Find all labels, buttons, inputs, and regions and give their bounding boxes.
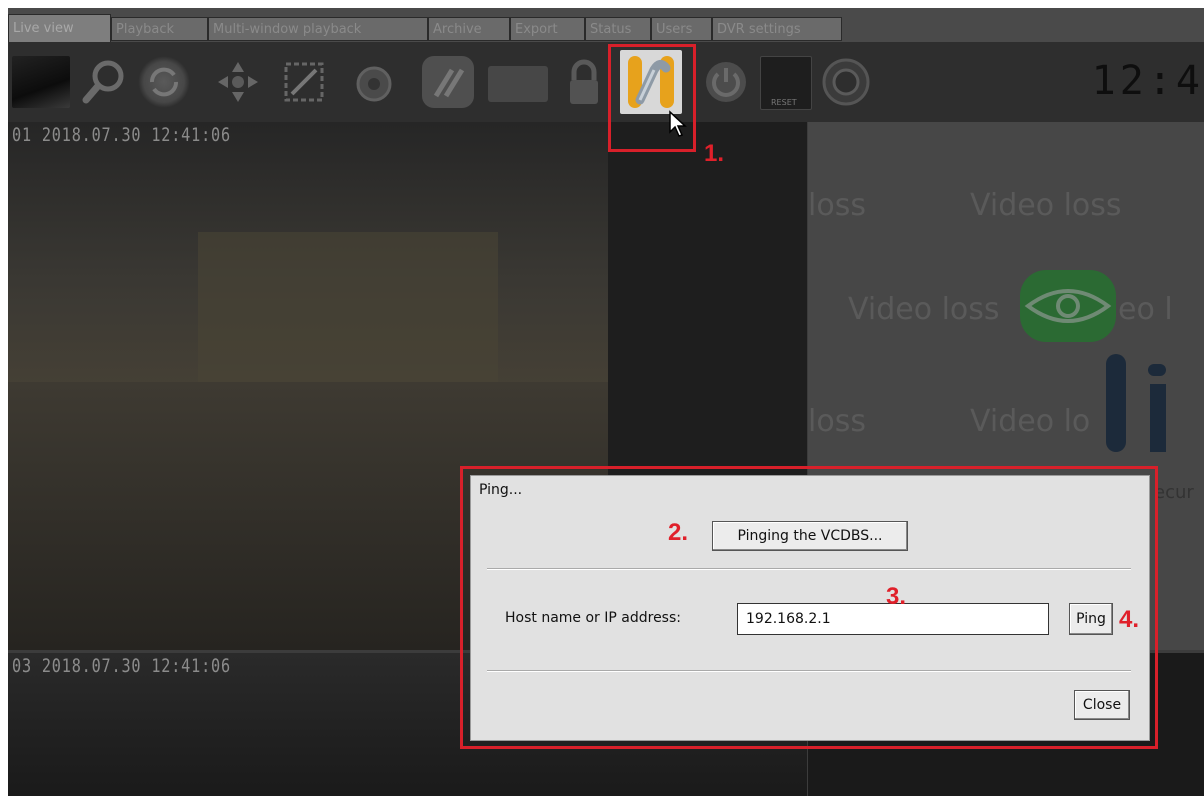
logo-text: ecur — [1154, 482, 1194, 503]
tab-playback[interactable]: Playback — [111, 17, 208, 41]
logo-letter-mark — [1106, 354, 1126, 452]
toolbar: RESET 12:4 — [8, 42, 1204, 122]
tab-bar: Live view Playback Multi-window playback… — [8, 8, 1204, 42]
highlight-box-dialog — [460, 466, 1158, 749]
tab-multi-window-playback[interactable]: Multi-window playback — [208, 17, 428, 41]
power-icon[interactable] — [700, 56, 752, 108]
exit-icon[interactable] — [488, 66, 548, 102]
tab-users[interactable]: Users — [651, 17, 712, 41]
zoom-area-icon[interactable] — [278, 56, 330, 108]
logo-dot — [1148, 364, 1166, 376]
cam3-timestamp: 03 2018.07.30 12:41:06 — [12, 655, 231, 677]
tab-live-view[interactable]: Live view — [8, 14, 111, 42]
reset-label: RESET — [771, 98, 797, 107]
logo-eye-icon — [1020, 270, 1116, 342]
reset-icon[interactable]: RESET — [760, 56, 812, 110]
tab-export[interactable]: Export — [510, 17, 585, 41]
ptz-arrows-icon[interactable] — [212, 56, 264, 108]
video-loss-text-partial: loss — [808, 188, 866, 223]
snapshot-icon[interactable] — [348, 56, 400, 108]
step-3-label: 3. — [886, 583, 907, 610]
settings-dial-icon[interactable] — [820, 56, 872, 108]
clock: 12:4 — [1091, 58, 1204, 104]
tab-archive[interactable]: Archive — [428, 17, 510, 41]
refresh-icon[interactable] — [138, 56, 190, 108]
video-loss-text-partial: eo l — [1118, 292, 1173, 327]
step-2-label: 2. — [668, 519, 689, 546]
search-icon[interactable] — [78, 56, 130, 108]
monitor-icon[interactable] — [12, 56, 70, 108]
step-4-label: 4. — [1119, 606, 1140, 633]
cam1-timestamp: 01 2018.07.30 12:41:06 — [12, 124, 231, 146]
network-arrows-icon[interactable] — [422, 56, 474, 108]
video-loss-text: Video loss — [970, 188, 1122, 223]
mouse-cursor-icon — [669, 110, 687, 137]
tab-status[interactable]: Status — [585, 17, 651, 41]
video-loss-text: Video loss — [848, 292, 1000, 327]
video-loss-text: Video lo — [970, 404, 1091, 439]
tab-dvr-settings[interactable]: DVR settings — [712, 17, 842, 41]
step-1-label: 1. — [704, 140, 725, 167]
video-loss-text-partial: loss — [808, 404, 866, 439]
logo-letter-mark — [1150, 384, 1166, 452]
lock-icon[interactable] — [558, 56, 610, 108]
